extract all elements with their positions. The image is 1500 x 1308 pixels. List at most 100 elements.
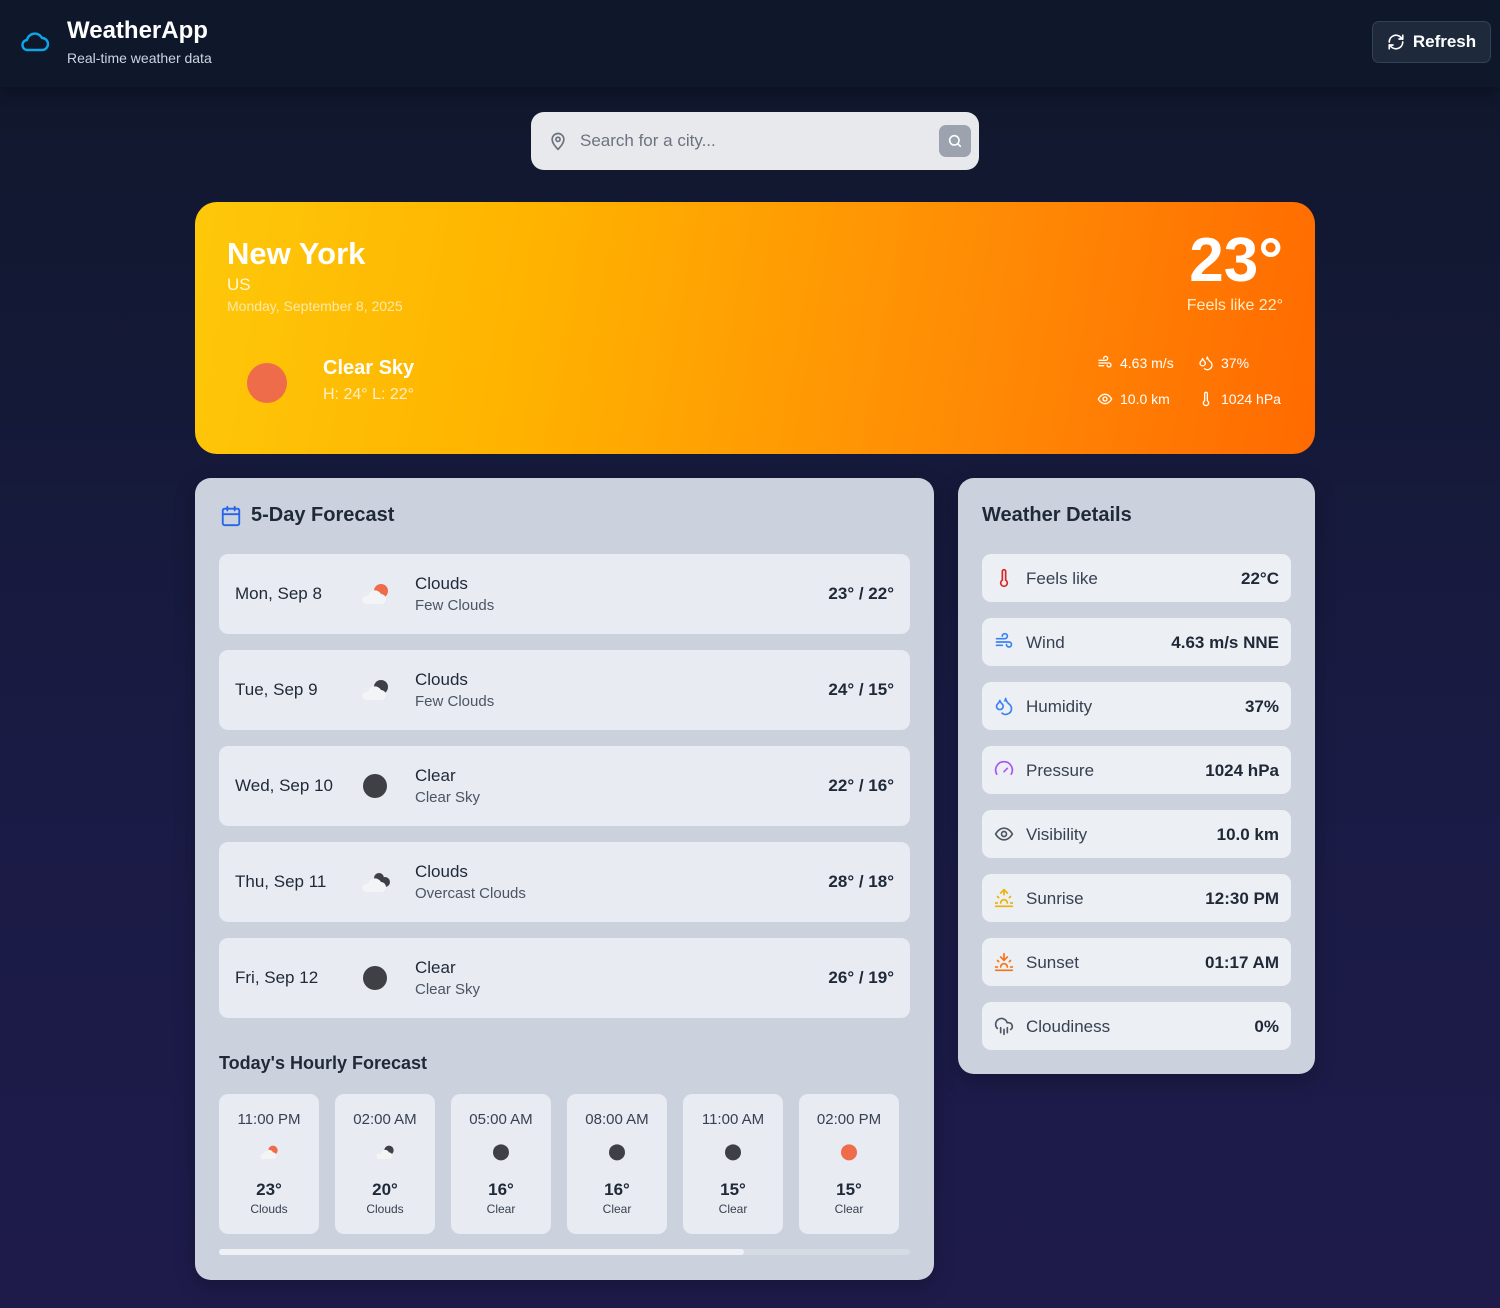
detail-value: 4.63 m/s NNE xyxy=(1171,633,1279,652)
thermometer-icon xyxy=(1202,391,1210,407)
clear-night-icon xyxy=(605,1143,629,1163)
pressure-value: 1024 hPa xyxy=(1221,391,1281,407)
visibility-value: 10.0 km xyxy=(1120,391,1170,407)
sunrise-icon xyxy=(994,888,1014,908)
detail-value: 10.0 km xyxy=(1216,825,1279,844)
hourly-time: 11:00 PM xyxy=(237,1111,301,1128)
droplets-icon xyxy=(1199,356,1213,371)
forecast-condition: Clear xyxy=(415,958,456,977)
hourly-scrollbar[interactable] xyxy=(219,1249,910,1255)
clear-day-icon xyxy=(837,1143,861,1163)
refresh-button[interactable]: Refresh xyxy=(1372,21,1491,63)
hourly-condition: Clouds xyxy=(366,1202,404,1216)
forecast-day-row[interactable]: Fri, Sep 12 Clear Clear Sky 26° / 19° xyxy=(219,938,910,1018)
droplets-icon xyxy=(994,696,1014,716)
detail-label: Humidity xyxy=(1026,697,1093,716)
detail-row: Humidity 37% xyxy=(982,682,1291,730)
thermometer-icon xyxy=(994,568,1014,588)
forecast-day-row[interactable]: Mon, Sep 8 Clouds Few Clouds 23° / 22° xyxy=(219,554,910,634)
details-title: Weather Details xyxy=(982,504,1132,526)
eye-icon xyxy=(1097,393,1113,405)
forecast-day-name: Fri, Sep 12 xyxy=(235,968,319,987)
eye-icon xyxy=(994,824,1014,844)
forecast-day-row[interactable]: Thu, Sep 11 Clouds Overcast Clouds 28° /… xyxy=(219,842,910,922)
forecast-day-name: Mon, Sep 8 xyxy=(235,584,322,603)
forecast-temperature: 23° / 22° xyxy=(828,584,894,603)
clear-night-icon xyxy=(489,1143,513,1163)
clear-night-icon xyxy=(357,772,393,800)
partly-cloudy-day-icon xyxy=(357,580,393,608)
hourly-time: 02:00 PM xyxy=(816,1111,882,1128)
forecast-day-row[interactable]: Tue, Sep 9 Clouds Few Clouds 24° / 15° xyxy=(219,650,910,730)
cloud-icon xyxy=(21,32,50,52)
forecast-day-row[interactable]: Wed, Sep 10 Clear Clear Sky 22° / 16° xyxy=(219,746,910,826)
forecast-condition: Clouds xyxy=(415,862,468,881)
search-icon xyxy=(948,134,962,148)
detail-label: Wind xyxy=(1026,633,1065,652)
forecast-condition: Clear xyxy=(415,766,456,785)
forecast-title: 5-Day Forecast xyxy=(251,504,395,526)
map-pin-icon xyxy=(551,132,565,151)
detail-label: Sunset xyxy=(1026,953,1079,972)
hourly-condition: Clear xyxy=(602,1202,632,1216)
visibility-stat: 10.0 km xyxy=(1097,391,1170,407)
detail-row: Feels like 22°C xyxy=(982,554,1291,602)
hourly-card: 11:00 AM 15° Clear xyxy=(683,1094,783,1234)
hourly-temperature: 16° xyxy=(604,1180,630,1199)
overcast-clouds-icon xyxy=(357,868,393,896)
clear-night-icon xyxy=(357,964,393,992)
detail-label: Visibility xyxy=(1026,825,1088,844)
detail-row: Wind 4.63 m/s NNE xyxy=(982,618,1291,666)
app-header: WeatherApp Real-time weather data Refres… xyxy=(0,0,1500,87)
forecast-description: Overcast Clouds xyxy=(415,885,526,902)
hourly-card: 02:00 AM 20° Clouds xyxy=(335,1094,435,1234)
refresh-icon xyxy=(1388,34,1404,50)
wind-value: 4.63 m/s xyxy=(1120,355,1174,371)
forecast-description: Clear Sky xyxy=(415,981,481,998)
cloud-rain-icon xyxy=(994,1016,1014,1036)
hourly-temperature: 15° xyxy=(720,1180,746,1199)
gauge-icon xyxy=(994,760,1014,780)
detail-label: Cloudiness xyxy=(1026,1017,1111,1036)
detail-row: Visibility 10.0 km xyxy=(982,810,1291,858)
hourly-temperature: 15° xyxy=(836,1180,862,1199)
detail-row: Cloudiness 0% xyxy=(982,1002,1291,1050)
detail-row: Pressure 1024 hPa xyxy=(982,746,1291,794)
detail-row: Sunset 01:17 AM xyxy=(982,938,1291,986)
forecast-day-name: Wed, Sep 10 xyxy=(235,776,333,795)
hourly-time: 08:00 AM xyxy=(585,1111,649,1128)
forecast-description: Few Clouds xyxy=(415,597,495,614)
calendar-icon xyxy=(221,505,241,527)
details-panel: Weather Details Feels like 22°C Wind 4.6… xyxy=(958,478,1315,1074)
app-subtitle: Real-time weather data xyxy=(67,50,212,66)
hourly-card: 11:00 PM 23° Clouds xyxy=(219,1094,319,1234)
detail-value: 0% xyxy=(1254,1017,1279,1036)
forecast-temperature: 26° / 19° xyxy=(828,968,894,987)
clear-night-icon xyxy=(721,1143,745,1163)
forecast-day-name: Thu, Sep 11 xyxy=(235,872,327,891)
scrollbar-thumb[interactable] xyxy=(219,1249,745,1255)
hourly-temperature: 20° xyxy=(372,1180,398,1199)
detail-label: Feels like xyxy=(1026,569,1098,588)
clear-day-icon xyxy=(247,363,287,403)
search-button[interactable] xyxy=(939,125,971,157)
current-weather-card: New York US Monday, September 8, 2025 23… xyxy=(195,202,1315,454)
pressure-stat: 1024 hPa xyxy=(1198,391,1281,407)
partly-cloudy-night-icon xyxy=(357,676,393,704)
detail-value: 37% xyxy=(1244,697,1279,716)
hourly-condition: Clear xyxy=(486,1202,516,1216)
wind-stat: 4.63 m/s xyxy=(1097,355,1174,371)
detail-value: 12:30 PM xyxy=(1205,889,1279,908)
forecast-day-name: Tue, Sep 9 xyxy=(235,680,318,699)
hourly-temperature: 23° xyxy=(256,1180,282,1199)
partly-cloudy-night-icon xyxy=(373,1143,397,1163)
hourly-condition: Clouds xyxy=(250,1202,288,1216)
sunset-icon xyxy=(994,952,1014,972)
forecast-temperature: 28° / 18° xyxy=(828,872,894,891)
wind-icon xyxy=(1098,355,1112,368)
refresh-label: Refresh xyxy=(1412,32,1477,51)
forecast-panel: 5-Day Forecast Mon, Sep 8 Clouds Few Clo… xyxy=(195,478,934,1280)
search-input[interactable] xyxy=(580,124,920,158)
partly-cloudy-day-icon xyxy=(257,1143,281,1163)
forecast-condition: Clouds xyxy=(415,670,468,689)
